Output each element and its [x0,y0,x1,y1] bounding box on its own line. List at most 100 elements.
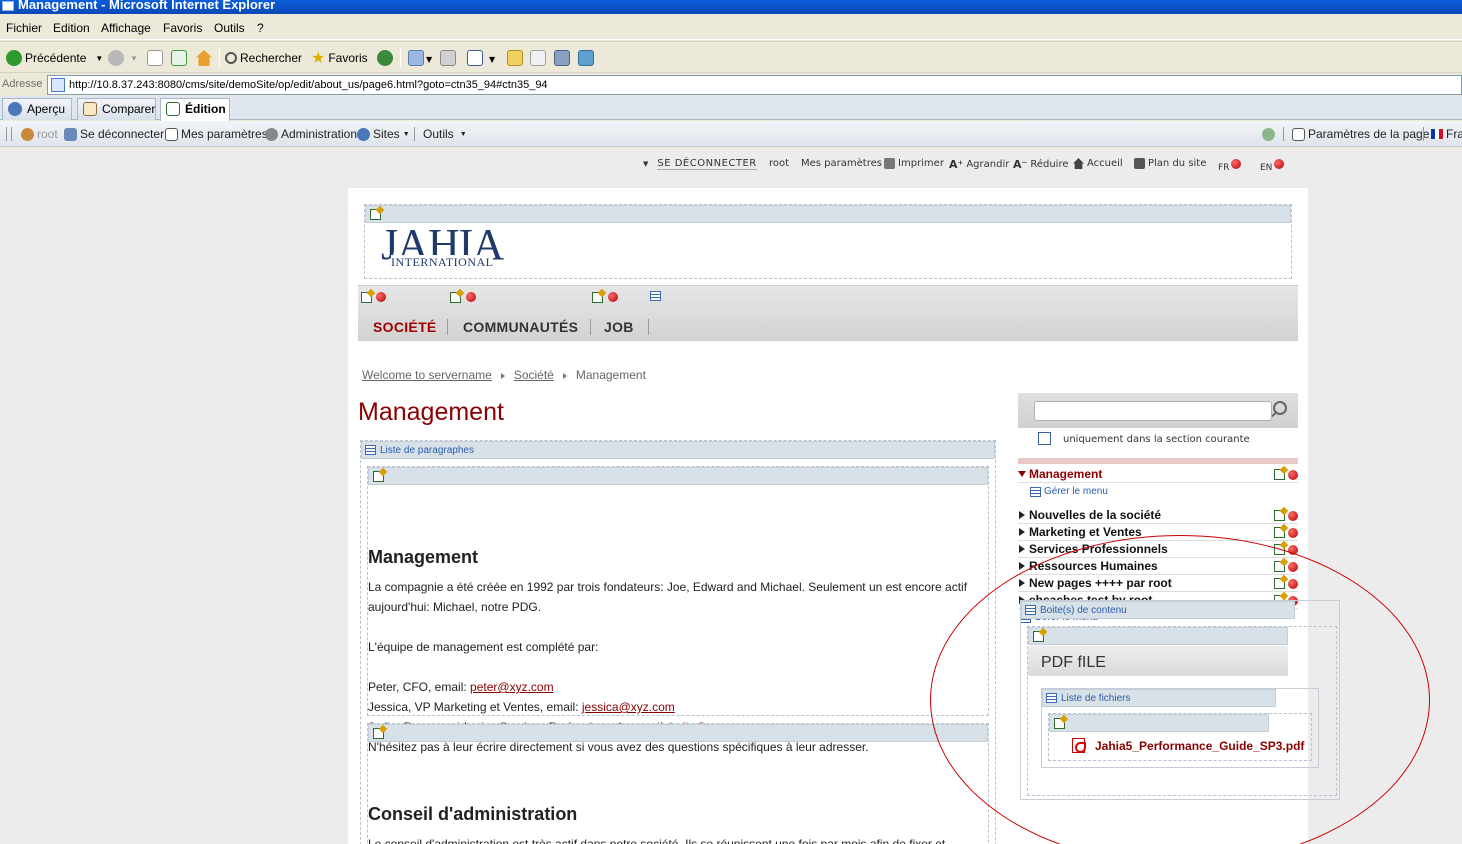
nav-edit-icon-3[interactable] [592,292,603,303]
tools-menu[interactable]: Outils ▼ [423,127,467,141]
refresh-icon[interactable] [171,50,187,66]
nav-status-dot-1[interactable] [376,292,386,302]
search-icon[interactable] [1273,401,1287,415]
favorites-button[interactable]: ★ Favoris [311,49,368,67]
breadcrumb-home[interactable]: Welcome to servername [362,368,492,382]
back-dropdown-icon[interactable]: ▼ [95,54,103,63]
search-input[interactable] [1034,401,1272,421]
lang-fr[interactable]: FR [1218,159,1242,173]
page-icon [51,78,65,92]
edit-icon[interactable] [1274,527,1285,538]
refresh-page-icon[interactable] [1262,128,1275,141]
word-icon[interactable] [467,50,483,66]
forward-button[interactable]: ▼ [108,49,138,67]
status-dot[interactable] [1288,510,1298,521]
topnav-user-label: root [769,158,790,169]
board-text: Le conseil d'administration est très act… [368,837,946,844]
topnav-settings[interactable]: Mes paramètres [801,158,882,169]
email-link-peter[interactable]: peter@xyz.com [470,680,554,694]
mail-icon[interactable] [408,50,424,66]
search-label: Rechercher [240,51,303,65]
edit-icon[interactable] [1274,510,1285,521]
search-button[interactable]: Rechercher [225,49,302,67]
email-link-jessica[interactable]: jessica@xyz.com [582,700,675,714]
discuss-icon[interactable] [507,50,523,66]
collapsed-arrow-icon [1019,562,1025,570]
topnav-logout[interactable]: ▼ SE DÉCONNECTER [643,158,757,170]
status-dot[interactable] [1288,527,1298,538]
topnav-home-label: Accueil [1087,158,1123,169]
topnav-enlarge[interactable]: A⁺ Agrandir [949,158,1009,171]
menu-favoris[interactable]: Favoris [163,21,202,35]
print-icon[interactable] [440,50,456,66]
user-icon [21,127,34,141]
administration-button[interactable]: Administration [265,127,357,141]
tab-comparer[interactable]: Comparer [77,98,156,120]
history-icon[interactable] [377,50,393,66]
edit-icon[interactable] [1274,469,1285,480]
language-menu[interactable]: Fra [1431,127,1462,141]
paragraph-list-bar[interactable]: Liste de paragraphes [361,441,995,459]
topnav-home[interactable]: Accueil [1073,158,1123,169]
my-settings-button[interactable]: Mes paramètres [165,127,268,141]
menu-edition[interactable]: Edition [53,21,90,35]
menu-bar: Fichier Edition Affichage Favoris Outils… [0,16,1462,40]
topnav-reduce-label: Réduire [1030,159,1069,170]
nav-edit-icon-1[interactable] [361,292,372,303]
edit-icon[interactable] [373,471,384,482]
topnav-print[interactable]: Imprimer [884,158,944,169]
nav-status-dot-3[interactable] [608,292,618,302]
back-button[interactable]: Précédente ▼ [6,49,103,67]
nav-job[interactable]: JOB [604,319,634,335]
menu-affichage[interactable]: Affichage [101,21,151,35]
edit-dropdown-icon[interactable]: ▼ [489,55,495,64]
address-url: http://10.8.37.243:8080/cms/site/demoSit… [69,79,548,91]
topnav-sitemap[interactable]: Plan du site [1134,158,1206,169]
status-dot[interactable] [1288,469,1298,480]
back-label: Précédente [25,51,87,65]
address-input[interactable]: http://10.8.37.243:8080/cms/site/demoSit… [47,75,1462,95]
nav-manage-list[interactable] [650,291,663,303]
tool-icon[interactable] [578,50,594,66]
language-label: Fra [1446,127,1462,141]
research-icon[interactable] [530,50,546,66]
collapsed-arrow-icon [1019,545,1025,553]
topnav-logout-label: SE DÉCONNECTER [657,158,757,170]
reduce-icon: A⁻ [1013,158,1028,171]
favorites-label: Favoris [328,51,368,65]
jahia-logo[interactable]: JAHIA INTERNATIONAL [381,223,504,270]
current-section-checkbox[interactable] [1038,432,1051,445]
stop-icon[interactable] [147,50,163,66]
edit-icon[interactable] [370,209,381,220]
tab-edition[interactable]: Édition [160,98,230,121]
mail-dropdown-icon[interactable]: ▼ [426,55,432,64]
sites-menu[interactable]: Sites ▼ [357,127,410,141]
lang-en[interactable]: EN [1260,159,1285,173]
sidenav-item-management[interactable]: Management [1018,466,1298,483]
page-params-button[interactable]: Paramètres de la page [1292,127,1429,141]
messenger-icon[interactable] [554,50,570,66]
french-flag-icon [1431,129,1443,139]
logout-button[interactable]: Se déconnecter [64,127,164,141]
topnav-reduce[interactable]: A⁻ Réduire [1013,158,1069,171]
manage-menu-link-sub[interactable]: Gérer le menu [1030,486,1108,497]
preview-icon [8,102,22,116]
nav-communautes[interactable]: COMMUNAUTÉS [463,319,578,335]
en-status-dot [1274,159,1285,169]
forward-dropdown-icon[interactable]: ▼ [130,54,138,63]
home-icon[interactable] [196,50,212,66]
topnav-print-label: Imprimer [898,158,944,169]
nav-status-dot-2[interactable] [466,292,476,302]
edit-icon[interactable] [373,728,384,739]
home-small-icon [1073,158,1084,169]
menu-fichier[interactable]: Fichier [6,21,42,35]
sidenav-item-nouvelles[interactable]: Nouvelles de la société [1018,507,1298,524]
mode-tabs: Aperçu Comparer Édition [0,96,1462,121]
menu-help[interactable]: ? [257,21,264,35]
breadcrumb-societe[interactable]: Société [514,368,554,382]
user-name: root [37,127,58,141]
menu-outils[interactable]: Outils [214,21,245,35]
nav-societe[interactable]: SOCIÉTÉ [373,319,437,335]
tab-apercu[interactable]: Aperçu [2,98,72,120]
nav-edit-icon-2[interactable] [450,292,461,303]
